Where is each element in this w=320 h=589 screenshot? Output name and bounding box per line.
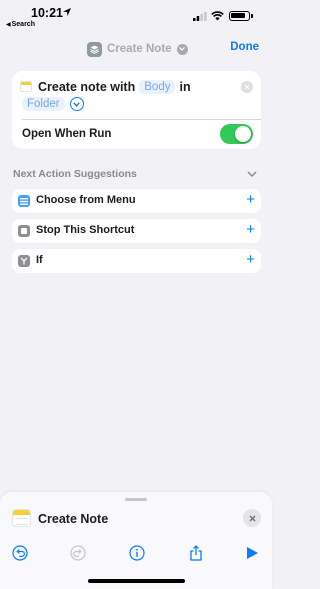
- share-icon[interactable]: [188, 545, 204, 561]
- expand-options-button[interactable]: [69, 97, 84, 111]
- sheet-title: Create Note: [38, 512, 109, 526]
- battery-icon: [229, 11, 253, 21]
- home-indicator: [88, 579, 185, 583]
- back-to-app-link[interactable]: ◀Search: [6, 21, 35, 28]
- suggestion-label: Choose from Menu: [36, 194, 136, 206]
- card-divider: [22, 119, 261, 120]
- open-when-run-toggle[interactable]: [220, 124, 253, 144]
- suggestion-stop-this-shortcut[interactable]: Stop This Shortcut +: [12, 219, 261, 243]
- close-icon: [244, 84, 250, 90]
- action-prefix-text: Create note with: [38, 80, 136, 94]
- back-triangle-icon: ◀: [6, 22, 11, 28]
- add-icon: +: [246, 191, 255, 208]
- status-bar: 10:21 ◀Search: [0, 0, 272, 34]
- chevron-down-icon[interactable]: [247, 170, 257, 178]
- suggestion-label: If: [36, 254, 43, 266]
- suggestion-choose-from-menu[interactable]: Choose from Menu +: [12, 189, 261, 213]
- add-icon: +: [246, 251, 255, 268]
- branch-icon: [18, 255, 30, 267]
- undo-icon[interactable]: [12, 545, 28, 561]
- remove-action-button[interactable]: [241, 81, 253, 93]
- suggestion-if[interactable]: If +: [12, 249, 261, 273]
- folder-parameter-token[interactable]: Folder: [22, 97, 65, 111]
- action-description: Create note with Body in: [38, 80, 191, 94]
- location-arrow-icon: [63, 8, 71, 16]
- close-icon: [249, 515, 255, 521]
- menu-list-icon: [18, 195, 30, 207]
- open-when-run-label: Open When Run: [22, 128, 112, 140]
- wifi-icon: [211, 11, 224, 21]
- page-title: Create Note: [107, 43, 172, 55]
- stop-icon: [18, 225, 30, 237]
- info-icon[interactable]: [129, 545, 145, 561]
- chevron-down-icon: [176, 43, 188, 55]
- notes-app-icon: [12, 509, 31, 527]
- suggestions-header: Next Action Suggestions: [13, 168, 137, 180]
- suggestion-label: Stop This Shortcut: [36, 224, 135, 236]
- sheet-grabber[interactable]: [125, 498, 147, 501]
- shortcut-title-button[interactable]: Create Note: [87, 40, 188, 58]
- action-description-line2: Folder: [22, 97, 84, 111]
- cellular-signal-icon: [193, 12, 207, 21]
- notes-app-icon: [20, 81, 32, 92]
- add-icon: +: [246, 221, 255, 238]
- bottom-sheet: Create Note: [0, 492, 272, 589]
- back-app-label: Search: [11, 21, 35, 28]
- create-note-action-card: Create note with Body in Folder Open Whe…: [12, 71, 261, 149]
- shortcut-stack-icon: [87, 41, 102, 57]
- redo-icon[interactable]: [70, 545, 86, 561]
- body-parameter-token[interactable]: Body: [139, 80, 176, 94]
- action-in-text: in: [179, 80, 191, 94]
- close-sheet-button[interactable]: [243, 509, 261, 527]
- done-button[interactable]: Done: [230, 41, 259, 53]
- status-time: 10:21: [31, 6, 63, 20]
- play-icon[interactable]: [244, 545, 260, 561]
